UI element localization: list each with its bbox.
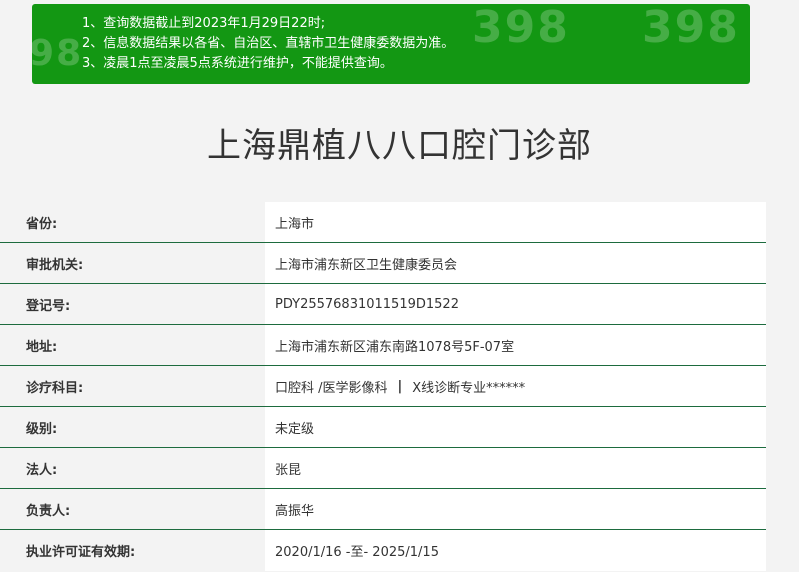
- detail-value: 口腔科 /医学影像科 | X线诊断专业******: [265, 366, 766, 406]
- notice-line: 2、信息数据结果以各省、自治区、直辖市卫生健康委数据为准。: [82, 36, 455, 51]
- detail-label: 法人:: [0, 448, 265, 488]
- details-table: 省份: 上海市 审批机关: 上海市浦东新区卫生健康委员会 登记号: PDY255…: [0, 202, 766, 571]
- detail-value: 上海市浦东新区浦东南路1078号5F-07室: [265, 325, 766, 365]
- department-separator: |: [397, 378, 403, 394]
- detail-row-level: 级别: 未定级: [0, 407, 766, 448]
- detail-row-manager: 负责人: 高振华: [0, 489, 766, 530]
- detail-label: 登记号:: [0, 284, 265, 324]
- detail-row-license-validity: 执业许可证有效期: 2020/1/16 -至- 2025/1/15: [0, 530, 766, 571]
- detail-value: 张昆: [265, 448, 766, 488]
- detail-row-address: 地址: 上海市浦东新区浦东南路1078号5F-07室: [0, 325, 766, 366]
- department-item: 口腔科 /医学影像科: [275, 380, 388, 396]
- detail-label: 级别:: [0, 407, 265, 447]
- detail-label: 诊疗科目:: [0, 366, 265, 406]
- watermark-logo: 398: [32, 33, 84, 74]
- detail-label: 省份:: [0, 202, 265, 242]
- detail-value: 未定级: [265, 407, 766, 447]
- detail-value: 高振华: [265, 489, 766, 529]
- notice-line: 3、凌晨1点至凌晨5点系统进行维护，不能提供查询。: [82, 56, 393, 71]
- notice-banner: 398 398 398 1、查询数据截止到2023年1月29日22时; 2、信息…: [32, 4, 750, 84]
- detail-row-province: 省份: 上海市: [0, 202, 766, 243]
- detail-label: 执业许可证有效期:: [0, 530, 265, 571]
- detail-value: 上海市: [265, 202, 766, 242]
- detail-row-legal-person: 法人: 张昆: [0, 448, 766, 489]
- detail-value: 上海市浦东新区卫生健康委员会: [265, 243, 766, 283]
- detail-label: 地址:: [0, 325, 265, 365]
- detail-label: 审批机关:: [0, 243, 265, 283]
- detail-row-departments: 诊疗科目: 口腔科 /医学影像科 | X线诊断专业******: [0, 366, 766, 407]
- detail-label: 负责人:: [0, 489, 265, 529]
- detail-row-registration: 登记号: PDY25576831011519D1522: [0, 284, 766, 325]
- department-item: X线诊断专业******: [412, 380, 526, 396]
- page-title: 上海鼎植八八口腔门诊部: [207, 126, 592, 166]
- notice-line: 1、查询数据截止到2023年1月29日22时;: [82, 16, 326, 31]
- detail-value: PDY25576831011519D1522: [265, 284, 766, 324]
- detail-row-authority: 审批机关: 上海市浦东新区卫生健康委员会: [0, 243, 766, 284]
- detail-value: 2020/1/16 -至- 2025/1/15: [265, 530, 766, 571]
